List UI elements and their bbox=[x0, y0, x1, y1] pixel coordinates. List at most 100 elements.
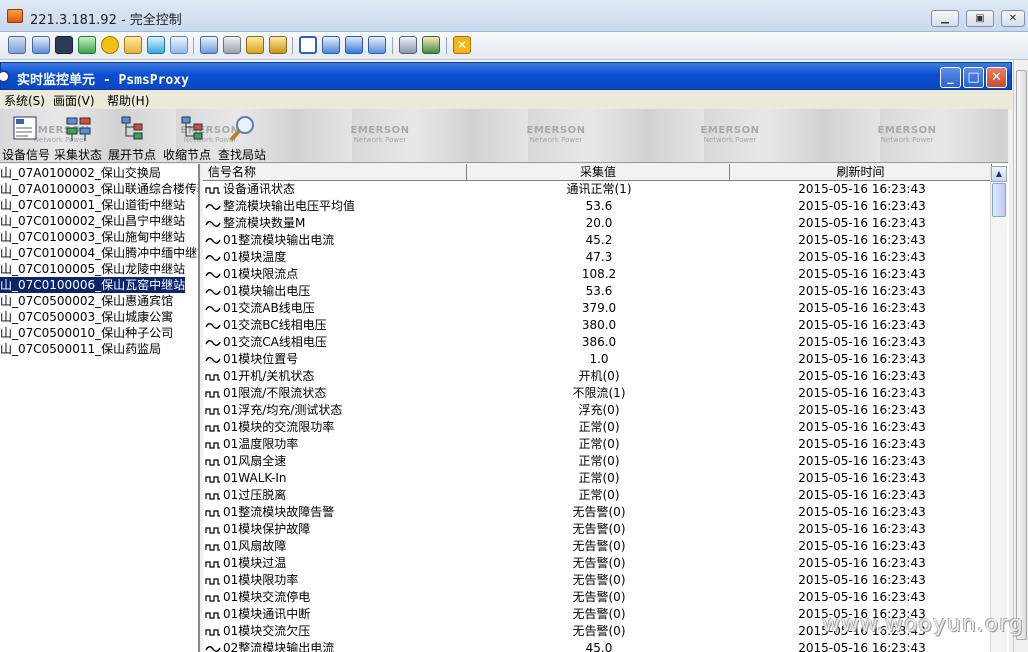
table-row[interactable]: 01风扇全速 正常(0) 2015-05-16 16:23:43 bbox=[203, 453, 991, 470]
table-vertical-scrollbar[interactable]: ▲ bbox=[990, 166, 1007, 652]
tree-item[interactable]: 山_07A0100003_保山联通综合楼传输 bbox=[0, 181, 198, 197]
transfer-icon[interactable] bbox=[78, 36, 96, 54]
menu-help[interactable]: 帮助(H) bbox=[107, 92, 149, 109]
signal-name: 设备通讯状态 bbox=[223, 182, 296, 196]
table-row[interactable]: 01模块输出电压 53.6 2015-05-16 16:23:43 bbox=[203, 283, 991, 300]
close-button[interactable]: ✕ bbox=[1001, 10, 1025, 27]
menu-system[interactable]: 系统(S) bbox=[4, 92, 45, 109]
message-icon[interactable] bbox=[170, 36, 188, 54]
table-row[interactable]: 01交流CA线相电压 386.0 2015-05-16 16:23:43 bbox=[203, 334, 991, 351]
collect-status-button[interactable]: 采集状态 bbox=[54, 146, 102, 162]
digital-signal-icon bbox=[205, 373, 220, 381]
table-row[interactable]: 01整流模块输出电流 45.2 2015-05-16 16:23:43 bbox=[203, 232, 991, 249]
menu-view[interactable]: 画面(V) bbox=[53, 92, 95, 109]
table-row[interactable]: 01模块限流点 108.2 2015-05-16 16:23:43 bbox=[203, 266, 991, 283]
users-icon[interactable] bbox=[223, 36, 241, 54]
table-row[interactable]: 整流模块数量M 20.0 2015-05-16 16:23:43 bbox=[203, 215, 991, 232]
app-maximize-button[interactable]: □ bbox=[963, 67, 984, 88]
digital-signal-icon bbox=[205, 186, 220, 194]
scrollbar-thumb[interactable] bbox=[992, 183, 1006, 217]
monitor-icon[interactable] bbox=[8, 36, 26, 54]
actual-size-icon[interactable] bbox=[368, 36, 386, 54]
find-station-icon[interactable] bbox=[228, 115, 258, 143]
tree-item[interactable]: 山_07C0500011_保山药监局 bbox=[0, 341, 161, 357]
remote-toolbar: ✕ bbox=[0, 32, 1028, 60]
table-row[interactable]: 01交流AB线电压 379.0 2015-05-16 16:23:43 bbox=[203, 300, 991, 317]
signal-name-cell: 01交流CA线相电压 bbox=[203, 334, 465, 351]
minimize-button[interactable]: ▁ bbox=[931, 10, 959, 27]
app-minimize-button[interactable]: _ bbox=[940, 67, 961, 88]
scroll-up-arrow-icon[interactable]: ▲ bbox=[991, 166, 1007, 182]
table-row[interactable]: 01模块过温 无告警(0) 2015-05-16 16:23:43 bbox=[203, 555, 991, 572]
device-signal-button[interactable]: 设备信号 bbox=[2, 146, 50, 162]
remote-desktop: 221.3.181.92 - 完全控制 ▁ ▣ ✕ ✕ 实时监控单元 - Psm… bbox=[0, 0, 1028, 652]
remote-view-scrollbar[interactable] bbox=[1013, 60, 1028, 652]
table-row[interactable]: 01浮充/均充/测试状态 浮充(0) 2015-05-16 16:23:43 bbox=[203, 402, 991, 419]
tree-item[interactable]: 山_07C0100005_保山龙陵中继站 bbox=[0, 261, 185, 277]
table-row[interactable]: 01限流/不限流状态 不限流(1) 2015-05-16 16:23:43 bbox=[203, 385, 991, 402]
window-icon[interactable] bbox=[32, 36, 50, 54]
remote-scrollbar-thumb[interactable] bbox=[1016, 70, 1027, 640]
tree-item[interactable]: 山_07A0100002_保山交换局 bbox=[0, 165, 161, 181]
device-signal-icon[interactable] bbox=[12, 115, 42, 143]
table-row[interactable]: 设备通讯状态 通讯正常(1) 2015-05-16 16:23:43 bbox=[203, 181, 991, 198]
tree-item[interactable]: 山_07C0100002_保山昌宁中继站 bbox=[0, 213, 185, 229]
terminal-icon[interactable] bbox=[55, 36, 73, 54]
find-station-button[interactable]: 查找局站 bbox=[218, 146, 266, 162]
screenshot-icon[interactable] bbox=[399, 36, 417, 54]
table-row[interactable]: 01WALK-In 正常(0) 2015-05-16 16:23:43 bbox=[203, 470, 991, 487]
restore-button[interactable]: ▣ bbox=[966, 10, 994, 27]
signal-value-cell: 108.2 bbox=[581, 267, 617, 281]
refresh-time-cell: 2015-05-16 16:23:43 bbox=[798, 216, 926, 230]
tree-item[interactable]: 山_07C0100001_保山道街中继站 bbox=[0, 197, 185, 213]
scale-icon[interactable] bbox=[345, 36, 363, 54]
tree-item[interactable]: 山_07C0100006_保山瓦窑中继站 bbox=[0, 276, 187, 294]
phone-icon[interactable] bbox=[147, 36, 165, 54]
expand-node-button[interactable]: 展开节点 bbox=[108, 146, 156, 162]
signal-value-cell: 45.2 bbox=[585, 233, 613, 247]
table-row[interactable]: 01整流模块故障告警 无告警(0) 2015-05-16 16:23:43 bbox=[203, 504, 991, 521]
app-close-button[interactable]: ✕ bbox=[986, 67, 1007, 88]
table-row[interactable]: 01过压脱离 正常(0) 2015-05-16 16:23:43 bbox=[203, 487, 991, 504]
table-row[interactable]: 01模块交流停电 无告警(0) 2015-05-16 16:23:43 bbox=[203, 589, 991, 606]
table-row[interactable]: 整流模块输出电压平均值 53.6 2015-05-16 16:23:43 bbox=[203, 198, 991, 215]
tree-item[interactable]: 山_07C0500002_保山惠通宾馆 bbox=[0, 293, 173, 309]
table-row[interactable]: 01模块位置号 1.0 2015-05-16 16:23:43 bbox=[203, 351, 991, 368]
refresh-time-cell: 2015-05-16 16:23:43 bbox=[798, 301, 926, 315]
table-row[interactable]: 01模块温度 47.3 2015-05-16 16:23:43 bbox=[203, 249, 991, 266]
tree-item[interactable]: 山_07C0100003_保山施甸中继站 bbox=[0, 229, 185, 245]
tree-item[interactable]: 山_07C0500010_保山种子公司 bbox=[0, 325, 173, 341]
table-row[interactable]: 02整流模块输出电流 45.0 2015-05-16 16:23:43 bbox=[203, 640, 991, 652]
table-row[interactable]: 01交流BC线相电压 380.0 2015-05-16 16:23:43 bbox=[203, 317, 991, 334]
table-row[interactable]: 01风扇故障 无告警(0) 2015-05-16 16:23:43 bbox=[203, 538, 991, 555]
column-header-refresh-time[interactable]: 刷新时间 bbox=[730, 164, 992, 181]
column-header-value[interactable]: 采集值 bbox=[467, 164, 730, 181]
lock-icon[interactable] bbox=[246, 36, 264, 54]
tree-item[interactable]: 山_07C0500003_保山城康公寓 bbox=[0, 309, 173, 325]
signal-value-cell: 正常(0) bbox=[578, 488, 620, 502]
disconnect-icon[interactable]: ✕ bbox=[453, 36, 471, 54]
station-tree[interactable]: 山_07A0100002_保山交换局 山_07A0100003_保山联通综合楼传输… bbox=[0, 164, 200, 652]
table-row[interactable]: 01模块的交流限功率 正常(0) 2015-05-16 16:23:43 bbox=[203, 419, 991, 436]
refresh-time-cell: 2015-05-16 16:23:43 bbox=[798, 437, 926, 451]
expand-node-icon[interactable] bbox=[120, 115, 150, 143]
signal-name: 01交流CA线相电压 bbox=[223, 335, 327, 349]
signal-name-cell: 01模块限流点 bbox=[203, 266, 465, 283]
table-row[interactable]: 01模块限功率 无告警(0) 2015-05-16 16:23:43 bbox=[203, 572, 991, 589]
tools-icon[interactable] bbox=[422, 36, 440, 54]
power-icon[interactable] bbox=[101, 36, 119, 54]
table-row[interactable]: 01温度限功率 正常(0) 2015-05-16 16:23:43 bbox=[203, 436, 991, 453]
table-row[interactable]: 01开机/关机状态 开机(0) 2015-05-16 16:23:43 bbox=[203, 368, 991, 385]
fit-window-icon[interactable] bbox=[322, 36, 340, 54]
tree-item[interactable]: 山_07C0100004_保山腾冲中缅中继站 bbox=[0, 245, 198, 261]
fullscreen-icon[interactable] bbox=[299, 36, 317, 54]
collapse-node-icon[interactable] bbox=[180, 115, 210, 143]
analog-signal-icon bbox=[205, 271, 221, 278]
collect-status-icon[interactable] bbox=[64, 115, 94, 143]
table-row[interactable]: 01模块保护故障 无告警(0) 2015-05-16 16:23:43 bbox=[203, 521, 991, 538]
chat-icon[interactable] bbox=[124, 36, 142, 54]
column-header-signal-name[interactable]: 信号名称 bbox=[203, 164, 467, 181]
collapse-node-button[interactable]: 收缩节点 bbox=[163, 146, 211, 162]
user-icon[interactable] bbox=[200, 36, 218, 54]
unlock-icon[interactable] bbox=[269, 36, 287, 54]
